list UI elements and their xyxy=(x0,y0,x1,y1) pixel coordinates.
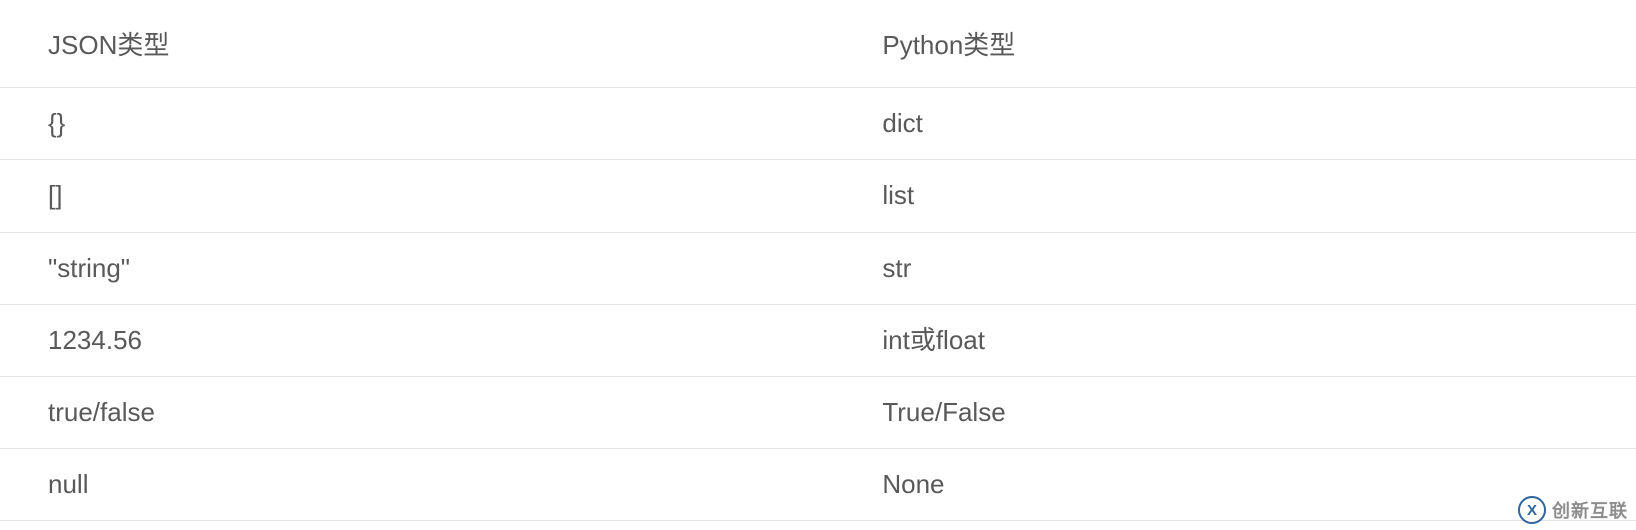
type-mapping-table-container: JSON类型 Python类型 {} dict [] list "string"… xyxy=(0,0,1636,521)
cell-python: str xyxy=(834,232,1636,304)
watermark-logo-icon: X xyxy=(1518,496,1546,524)
cell-python: list xyxy=(834,160,1636,232)
cell-json: [] xyxy=(0,160,834,232)
type-mapping-table: JSON类型 Python类型 {} dict [] list "string"… xyxy=(0,0,1636,521)
table-row: [] list xyxy=(0,160,1636,232)
cell-python: int或float xyxy=(834,304,1636,376)
cell-json: null xyxy=(0,449,834,521)
table-header-row: JSON类型 Python类型 xyxy=(0,0,1636,88)
table-row: true/false True/False xyxy=(0,376,1636,448)
table-row: null None xyxy=(0,449,1636,521)
cell-json: "string" xyxy=(0,232,834,304)
watermark: X 创新互联 xyxy=(1518,496,1628,524)
cell-python: dict xyxy=(834,88,1636,160)
table-header-python: Python类型 xyxy=(834,0,1636,88)
cell-python: None xyxy=(834,449,1636,521)
cell-json: true/false xyxy=(0,376,834,448)
cell-python: True/False xyxy=(834,376,1636,448)
cell-json: {} xyxy=(0,88,834,160)
watermark-text: 创新互联 xyxy=(1552,497,1628,523)
table-header-json: JSON类型 xyxy=(0,0,834,88)
table-row: 1234.56 int或float xyxy=(0,304,1636,376)
table-row: "string" str xyxy=(0,232,1636,304)
table-row: {} dict xyxy=(0,88,1636,160)
cell-json: 1234.56 xyxy=(0,304,834,376)
